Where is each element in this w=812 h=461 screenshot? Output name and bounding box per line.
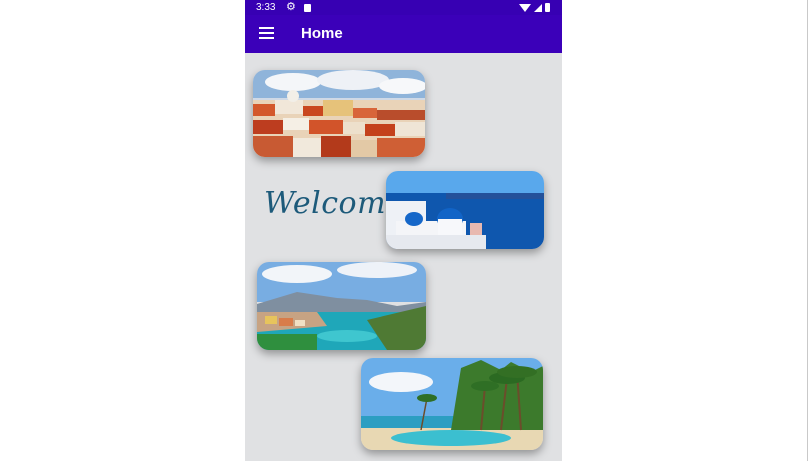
lisbon-houses-image[interactable] (253, 70, 425, 157)
hamburger-menu-icon[interactable] (259, 27, 274, 39)
page-title: Home (301, 25, 343, 42)
gear-icon: ⚙ (286, 1, 296, 13)
window-edge (807, 0, 808, 461)
battery-icon (545, 3, 550, 12)
phone-screen: 3:33 ⚙ Home Welcome (245, 0, 562, 461)
tropical-beach-image[interactable] (361, 358, 543, 450)
sd-card-icon (304, 4, 311, 12)
app-bar: Home (245, 15, 562, 53)
status-time: 3:33 (256, 2, 276, 13)
status-bar: 3:33 ⚙ (245, 0, 562, 15)
santorini-domes-image[interactable] (386, 171, 544, 249)
welcome-text: Welcome (264, 186, 405, 221)
cell-signal-icon (534, 3, 542, 12)
wifi-icon (519, 3, 531, 12)
greek-island-bay-image[interactable] (257, 262, 426, 350)
